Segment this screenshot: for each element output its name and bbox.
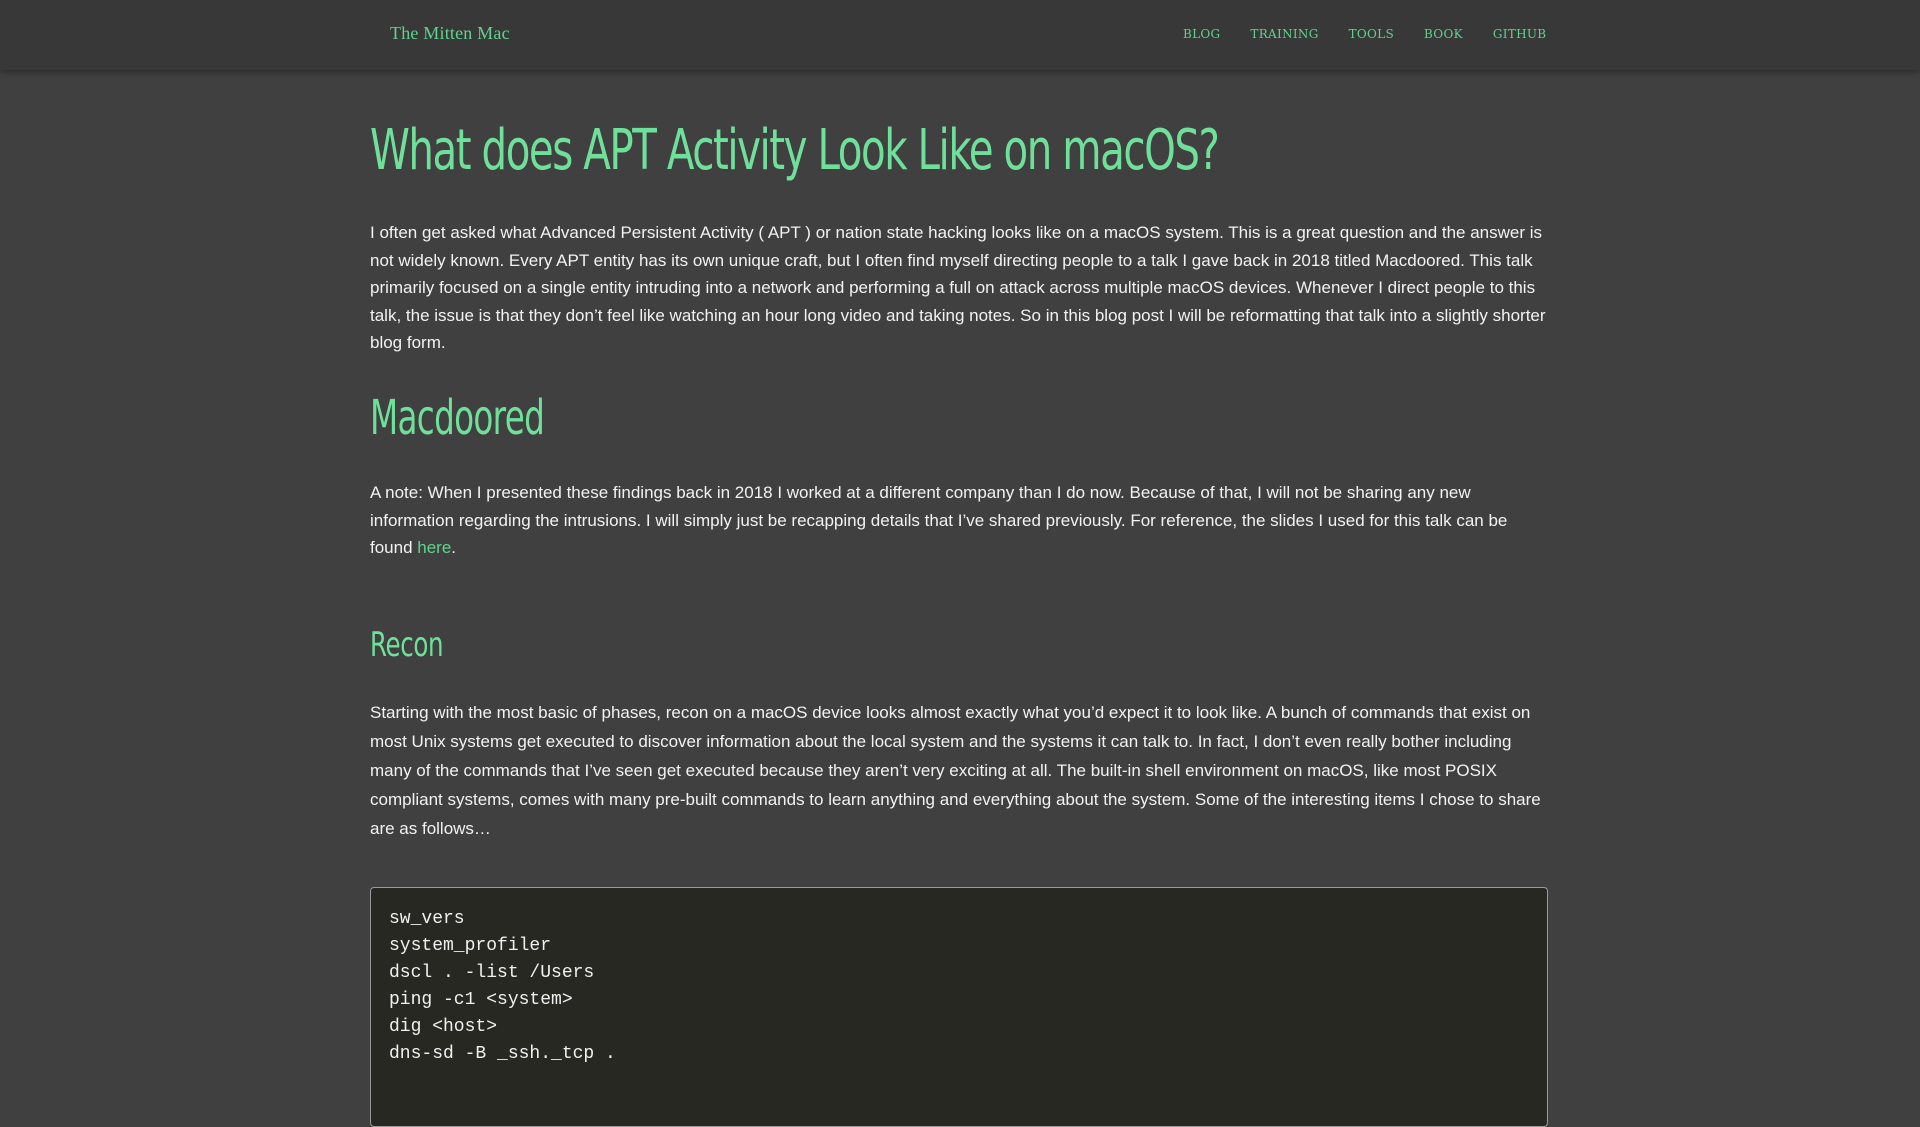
note-paragraph: A note: When I presented these findings … <box>370 479 1550 562</box>
subheading-recon: Recon <box>370 625 444 665</box>
note-end: . <box>451 538 457 557</box>
nav-link-book[interactable]: BOOK <box>1424 27 1463 41</box>
top-navbar: The Mitten Mac BLOG TRAINING TOOLS BOOK … <box>0 0 1920 70</box>
site-brand-link[interactable]: The Mitten Mac <box>390 23 510 44</box>
recon-paragraph: Starting with the most basic of phases, … <box>370 703 1541 838</box>
code-line: system_profiler <box>389 936 552 956</box>
nav-link-github[interactable]: GITHUB <box>1493 27 1547 41</box>
nav-links: BLOG TRAINING TOOLS BOOK GITHUB <box>1183 27 1576 41</box>
code-line: dscl . -list /Users <box>389 963 595 983</box>
intro-paragraph: I often get asked what Advanced Persiste… <box>370 223 1546 352</box>
code-block[interactable]: sw_vers system_profiler dscl . -list /Us… <box>370 887 1548 1127</box>
code-line: ping -c1 <system> <box>389 990 573 1010</box>
page-title: What does APT Activity Look Like on macO… <box>370 118 1220 183</box>
section-heading-macdoored: Macdoored <box>370 390 545 446</box>
code-line: dig <host> <box>389 1017 498 1037</box>
code-line: sw_vers <box>389 909 465 929</box>
code-line: dns-sd -B _ssh._tcp . <box>389 1044 616 1064</box>
nav-link-training[interactable]: TRAINING <box>1250 27 1318 41</box>
nav-link-blog[interactable]: BLOG <box>1183 27 1220 41</box>
slides-here-link[interactable]: here <box>417 538 451 557</box>
nav-link-tools[interactable]: TOOLS <box>1349 27 1394 41</box>
note-text: A note: When I presented these findings … <box>370 483 1508 557</box>
